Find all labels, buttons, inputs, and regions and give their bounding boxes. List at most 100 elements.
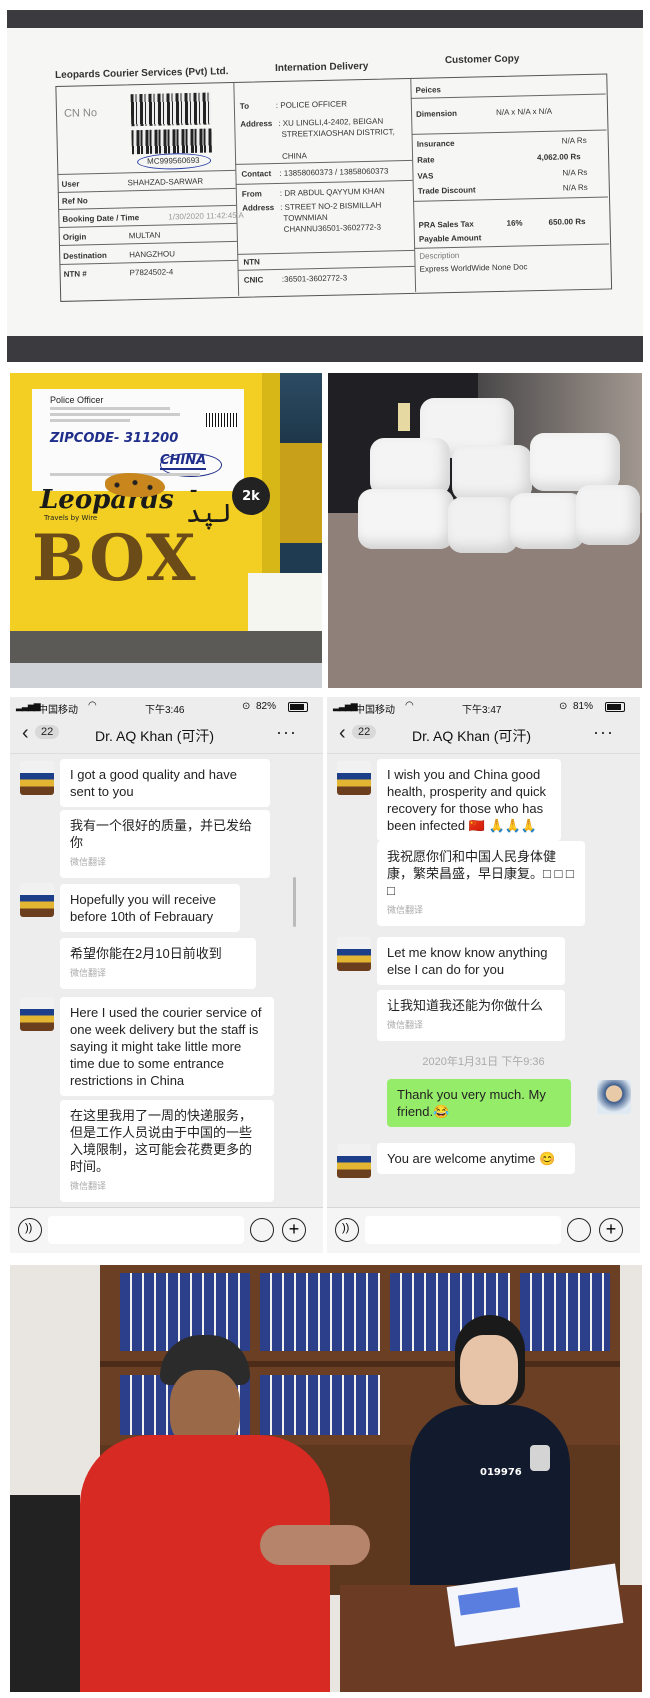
status-bar: ▂▃▅▆ 中国移动 ◠ 下午3:47 ⊙ 81% [327,697,640,717]
dimension-value: N/A x N/A x N/A [495,106,553,118]
signal-icon: ▂▃▅▆ [16,701,41,711]
vas-label: VAS [417,171,434,181]
chat-header: ‹ 22 Dr. AQ Khan (可汗) ··· [327,717,640,754]
battery-icon [288,702,308,712]
lock-rotation-icon: ⊙ [242,701,251,712]
battery-icon [605,702,625,712]
seized-packages-photo [328,373,642,688]
to-value: : POLICE OFFICER [275,99,348,110]
back-icon[interactable]: ‹ [22,722,29,745]
message-bubble-translation[interactable]: 让我知道我还能为你做什么 微信翻译 [377,990,565,1041]
description-label: Description [419,250,460,261]
pra-tax-pct: 16% [506,218,523,228]
trade-discount-value: N/A Rs [562,182,588,193]
own-message-bubble[interactable]: Thank you very much. My friend.😂 [387,1079,571,1127]
pra-tax-value: 650.00 Rs [548,217,586,227]
message-bubble[interactable]: I wish you and China good health, prospe… [377,759,561,841]
plus-icon[interactable]: + [282,1218,306,1242]
contact-avatar[interactable] [337,1144,371,1178]
unread-count-badge[interactable]: 22 [352,725,377,739]
message-bubble-translation[interactable]: 我有一个很好的质量，并已发给你 微信翻译 [60,810,270,878]
user-label: User [61,179,80,189]
contact-label: Contact [241,169,272,179]
booking-label: Booking Date / Time [62,213,140,224]
message-bubble[interactable]: Here I used the courier service of one w… [60,997,274,1096]
signal-icon: ▂▃▅▆ [333,701,358,711]
destination-value: HANGZHOU [129,249,176,260]
receipt-copy-label: Customer Copy [444,53,520,67]
ref-label: Ref No [61,196,88,206]
message-input[interactable] [48,1216,244,1244]
address-label: Address [240,119,273,129]
message-bubble[interactable]: You are welcome anytime 😊 [377,1143,575,1174]
emoji-icon[interactable] [567,1218,591,1242]
message-bubble-translation[interactable]: 希望你能在2月10日前收到 微信翻译 [60,938,256,989]
binders-4 [520,1273,610,1351]
contact-avatar[interactable] [20,997,54,1031]
from-address-2: TOWNMIAN [283,212,328,223]
wifi-icon: ◠ [88,700,97,711]
cnic-value: :36501-3602772-3 [281,273,348,284]
contact-avatar[interactable] [337,937,371,971]
translation-note: 微信翻译 [70,968,107,978]
destination-label: Destination [63,250,107,261]
message-input[interactable] [365,1216,561,1244]
urdu-calligraphy: ۔لپد [186,469,232,529]
unread-count-badge[interactable]: 22 [35,725,60,739]
chair [10,1495,80,1692]
message-bubble-translation[interactable]: 我祝愿你们和中国人民身体健康，繁荣昌盛，早日康复。□ □ □ □ 微信翻译 [377,841,585,926]
hands [260,1525,370,1565]
chat-screen-right: ▂▃▅▆ 中国移动 ◠ 下午3:47 ⊙ 81% ‹ 22 Dr. AQ Kha… [327,697,640,1253]
emoji-icon[interactable] [250,1218,274,1242]
ntn-value: P7824502-4 [129,267,174,278]
cn-label: CN No [63,107,98,120]
contact-avatar[interactable] [20,761,54,795]
officer-face [460,1335,518,1405]
battery-percent: 81% [573,701,594,712]
courier-receipt: Leopards Courier Services (Pvt) Ltd. Int… [55,53,621,320]
message-bubble-translation[interactable]: 在这里我用了一周的快递服务，但是工作人员说由于中国的一些入境限制，这可能会花费更… [60,1100,274,1202]
message-bubble[interactable]: Let me know know anything else I can do … [377,937,565,985]
barcode [206,413,238,427]
interview-photo: 019976 [10,1265,642,1692]
to-label: To [239,101,250,111]
contact-avatar[interactable] [337,761,371,795]
plus-icon[interactable]: + [599,1218,623,1242]
badge-number: 019976 [480,1467,522,1478]
translation-note: 微信翻译 [387,1020,424,1030]
trade-discount-label: Trade Discount [417,185,476,196]
status-time: 下午3:47 [462,705,502,716]
battery-percent: 82% [256,701,277,712]
back-icon[interactable]: ‹ [339,722,346,745]
from-address-label: Address [242,203,275,213]
box-text: BOX [32,521,198,596]
insurance-value: N/A Rs [561,135,587,146]
chat-title: Dr. AQ Khan (可汗) [95,728,215,744]
carrier-name: 中国移动 [38,705,78,716]
rate-label: Rate [417,155,435,165]
receipt-photo: Leopards Courier Services (Pvt) Ltd. Int… [7,10,643,362]
origin-value: MULTAN [128,230,161,241]
scrollbar[interactable] [293,877,296,927]
qr-code-2 [131,128,212,155]
qr-code [130,92,212,127]
badge: 2k [232,477,270,515]
chat-title: Dr. AQ Khan (可汗) [412,728,532,744]
origin-label: Origin [62,232,87,242]
wifi-icon: ◠ [405,700,414,711]
vas-value: N/A Rs [562,167,588,178]
more-options-icon[interactable]: ··· [276,722,297,743]
receipt-title: Internation Delivery [274,60,369,75]
message-bubble[interactable]: I got a good quality and have sent to yo… [60,759,270,807]
message-bubble[interactable]: Hopefully you will receive before 10th o… [60,884,240,932]
white-bags [350,393,640,558]
own-avatar[interactable] [597,1080,631,1114]
binders-6 [260,1375,380,1435]
contact-avatar[interactable] [20,883,54,917]
more-options-icon[interactable]: ··· [593,722,614,743]
binders-2 [260,1273,380,1351]
pra-tax-label: PRA Sales Tax [418,219,474,230]
translation-note: 微信翻译 [70,1181,107,1191]
translation-note: 微信翻译 [70,857,107,867]
cnic-label: CNIC [243,275,264,285]
